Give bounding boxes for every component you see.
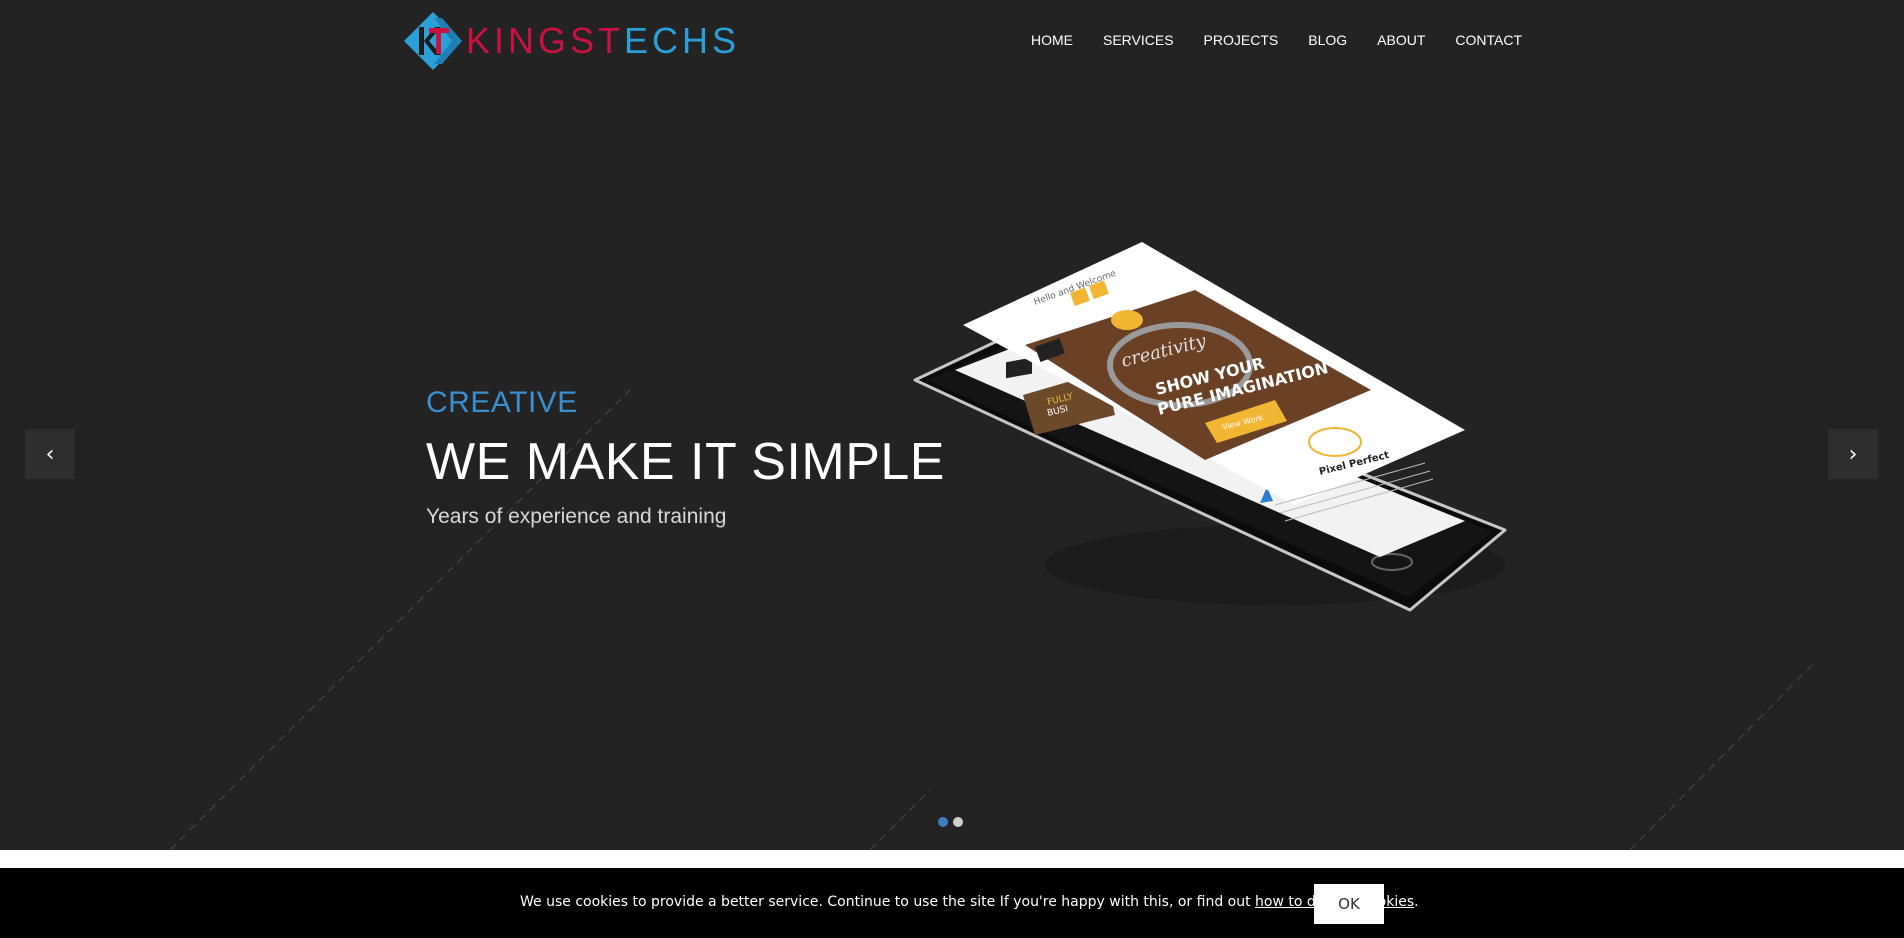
logo-wordmark: KINGSTECHS (466, 10, 740, 72)
nav-blog[interactable]: BLOG (1308, 30, 1347, 50)
hero-slider: KINGSTECHS HOME SERVICES PROJECTS BLOG A… (0, 0, 1904, 850)
slide-kicker: CREATIVE (426, 386, 578, 419)
nav-projects[interactable]: PROJECTS (1204, 30, 1279, 50)
logo-text-last: ECHS (624, 20, 741, 61)
slide-pagination (938, 817, 963, 827)
slide-subline: Years of experience and training (426, 505, 727, 528)
prev-slide-button[interactable]: ‹ (25, 429, 75, 479)
cookie-ok-button[interactable]: OK (1314, 884, 1384, 924)
nav-home[interactable]: HOME (1031, 30, 1073, 50)
phone-mockup-image: FULLY BUSI creativity SHOW YOUR PURE IMA… (905, 235, 1520, 675)
cookie-message: We use cookies to provide a better servi… (520, 894, 1419, 910)
main-nav: HOME SERVICES PROJECTS BLOG ABOUT CONTAC… (1031, 30, 1522, 50)
next-slide-button[interactable]: › (1828, 429, 1878, 479)
slide-dot-1[interactable] (938, 817, 948, 827)
logo-text-highlight: T (598, 20, 625, 61)
chevron-left-icon: ‹ (45, 441, 55, 467)
slide-dot-2[interactable] (953, 817, 963, 827)
kt-logo-icon (402, 10, 464, 72)
slide-headline: WE MAKE IT SIMPLE (426, 433, 945, 491)
nav-services[interactable]: SERVICES (1103, 30, 1174, 50)
cookie-suffix: . (1414, 894, 1419, 910)
logo-text-first: KINGS (466, 20, 599, 61)
nav-about[interactable]: ABOUT (1377, 30, 1425, 50)
nav-contact[interactable]: CONTACT (1455, 30, 1522, 50)
cookie-text: We use cookies to provide a better servi… (520, 894, 1251, 910)
cookie-banner: We use cookies to provide a better servi… (0, 868, 1904, 938)
site-logo[interactable]: KINGSTECHS (402, 10, 740, 72)
chevron-right-icon: › (1848, 441, 1858, 467)
